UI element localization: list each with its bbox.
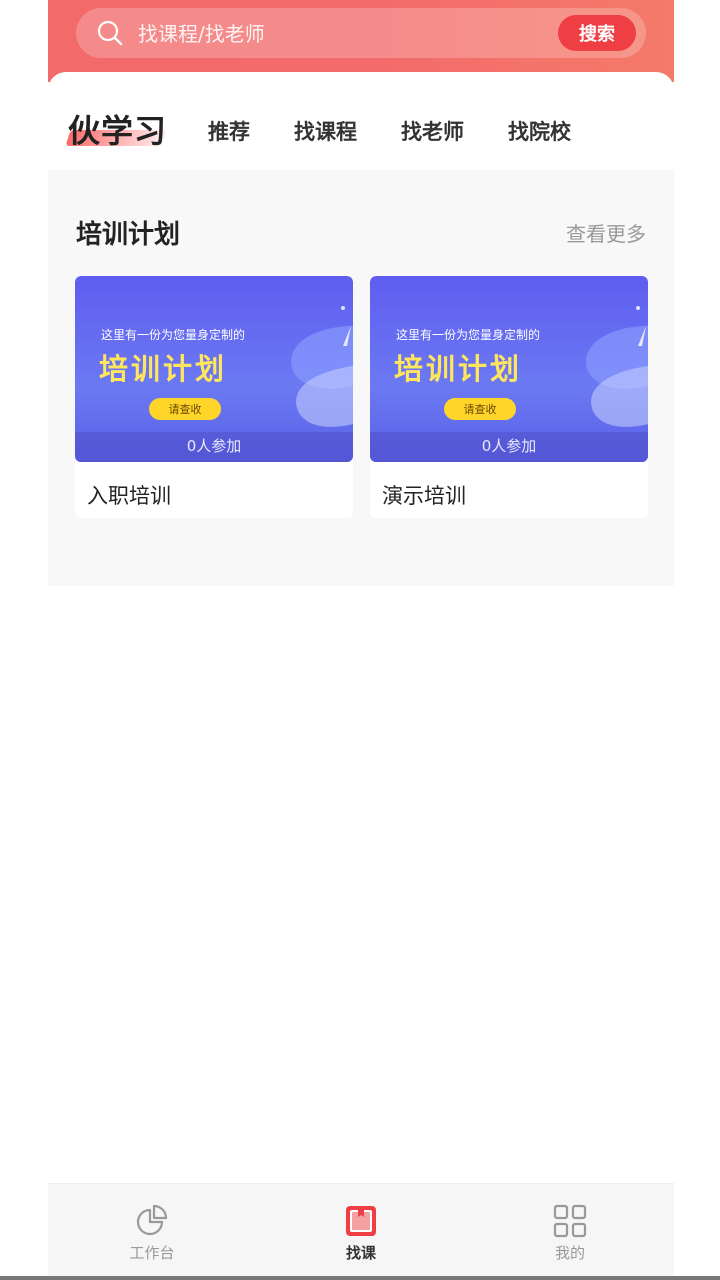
header: 搜索 [48, 0, 674, 82]
app-container: 搜索 伙学习 推荐 找课程 找老师 找院校 培训计划 查看更多 [48, 0, 674, 1280]
screen: 搜索 伙学习 推荐 找课程 找老师 找院校 培训计划 查看更多 [0, 0, 720, 1280]
card-banner-image: 这里有一份为您量身定制的 培训计划 请查收 0人参加 [75, 276, 353, 462]
tab-find-teacher[interactable]: 找老师 [401, 116, 464, 146]
tab-find-school[interactable]: 找院校 [508, 116, 571, 146]
search-bar[interactable]: 搜索 [76, 8, 646, 58]
tab-recommend[interactable]: 推荐 [208, 116, 250, 146]
grid-icon [553, 1204, 587, 1238]
search-button[interactable]: 搜索 [558, 15, 636, 51]
card-title: 演示培训 [382, 484, 466, 508]
tab-find-course[interactable]: 找课程 [294, 116, 357, 146]
tabbar-item-find-course[interactable]: 找课 [311, 1204, 411, 1263]
brand: 伙学习 [65, 106, 168, 150]
training-card[interactable]: 这里有一份为您量身定制的 培训计划 请查收 0人参加 入职培训 [75, 276, 353, 518]
home-indicator [0, 1276, 720, 1280]
banner-subtitle: 这里有一份为您量身定制的 [101, 328, 246, 342]
see-more-link[interactable]: 查看更多 [566, 218, 646, 247]
wave-decoration-icon [291, 306, 353, 427]
wave-decoration-icon [586, 306, 648, 427]
tabbar-label: 我的 [554, 1244, 585, 1262]
participant-count: 0人参加 [481, 437, 537, 455]
card-banner-image: 这里有一份为您量身定制的 培训计划 请查收 0人参加 [370, 276, 648, 462]
pie-chart-icon [136, 1204, 168, 1236]
banner-cta: 请查收 [444, 398, 516, 420]
participant-count: 0人参加 [186, 437, 242, 455]
banner-cta: 请查收 [149, 398, 221, 420]
search-icon [97, 20, 123, 46]
training-card[interactable]: 这里有一份为您量身定制的 培训计划 请查收 0人参加 演示培训 [370, 276, 648, 518]
banner-title: 培训计划 [394, 352, 523, 386]
tabbar-label: 找课 [345, 1244, 376, 1262]
banner-title: 培训计划 [99, 352, 228, 386]
top-nav: 伙学习 推荐 找课程 找老师 找院校 [48, 72, 674, 170]
book-icon [346, 1206, 376, 1236]
brand-title: 伙学习 [68, 112, 168, 150]
tabbar-item-workbench[interactable]: 工作台 [102, 1204, 202, 1263]
section-title: 培训计划 [76, 220, 181, 250]
card-title: 入职培训 [87, 484, 171, 508]
banner-subtitle: 这里有一份为您量身定制的 [396, 328, 541, 342]
tabbar-label: 工作台 [129, 1244, 175, 1262]
training-section: 培训计划 查看更多 这里有一份为您量身定制的 培训计划 请查收 0人参加 入职培… [48, 170, 674, 586]
nav-tabs: 推荐 找课程 找老师 找院校 [208, 116, 615, 146]
search-input[interactable] [136, 18, 540, 50]
tabbar-item-mine[interactable]: 我的 [520, 1204, 620, 1263]
bottom-tab-bar: 工作台 找课 我的 [48, 1183, 674, 1280]
